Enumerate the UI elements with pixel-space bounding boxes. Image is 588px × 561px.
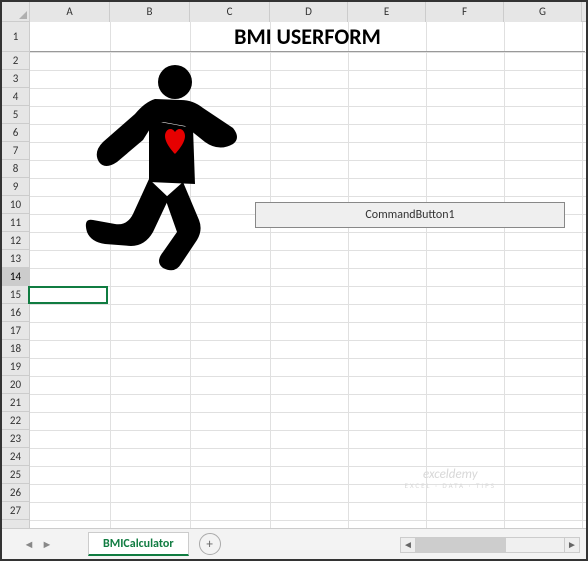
col-header-b[interactable]: B xyxy=(110,2,190,22)
sheet-tab-bmicalculator[interactable]: BMICalculator xyxy=(88,532,189,556)
watermark-sub: EXCEL · DATA · TIPS xyxy=(405,482,496,490)
col-header-g[interactable]: G xyxy=(504,2,582,22)
row-header-20[interactable]: 20 xyxy=(2,376,29,394)
watermark-main: exceldemy xyxy=(423,467,478,482)
col-header-d[interactable]: D xyxy=(270,2,348,22)
new-sheet-button[interactable]: + xyxy=(199,533,221,555)
scroll-right-icon[interactable]: ► xyxy=(564,537,580,553)
row-header-3[interactable]: 3 xyxy=(2,70,29,88)
row-header-18[interactable]: 18 xyxy=(2,340,29,358)
row-header-21[interactable]: 21 xyxy=(2,394,29,412)
col-header-f[interactable]: F xyxy=(426,2,504,22)
scroll-track[interactable] xyxy=(416,537,564,553)
row-header-6[interactable]: 6 xyxy=(2,124,29,142)
row-header-4[interactable]: 4 xyxy=(2,88,29,106)
row-header-13[interactable]: 13 xyxy=(2,250,29,268)
row-header-14[interactable]: 14 xyxy=(2,268,29,286)
row-header-11[interactable]: 11 xyxy=(2,214,29,232)
cells-area[interactable]: BMI USERFORM CommandButton1 exceldemy EX… xyxy=(30,22,586,530)
row-header-17[interactable]: 17 xyxy=(2,322,29,340)
row-header-27[interactable]: 27 xyxy=(2,502,29,520)
watermark: exceldemy EXCEL · DATA · TIPS xyxy=(405,468,496,490)
row-header-5[interactable]: 5 xyxy=(2,106,29,124)
row-header-19[interactable]: 19 xyxy=(2,358,29,376)
row-header-22[interactable]: 22 xyxy=(2,412,29,430)
row-header-24[interactable]: 24 xyxy=(2,448,29,466)
row-header-10[interactable]: 10 xyxy=(2,196,29,214)
sheet-tab-bar: ◄ ► BMICalculator + ◄ ► xyxy=(2,528,586,559)
horizontal-scrollbar[interactable]: ◄ ► xyxy=(400,537,580,553)
row-header-26[interactable]: 26 xyxy=(2,484,29,502)
col-header-c[interactable]: C xyxy=(190,2,270,22)
row-header-7[interactable]: 7 xyxy=(2,142,29,160)
scroll-thumb[interactable] xyxy=(416,538,506,552)
row-headers-col: 1234567891011121314151617181920212223242… xyxy=(2,22,30,530)
tab-nav-next-icon[interactable]: ► xyxy=(40,537,54,551)
scroll-left-icon[interactable]: ◄ xyxy=(400,537,416,553)
row-header-23[interactable]: 23 xyxy=(2,430,29,448)
row-header-8[interactable]: 8 xyxy=(2,160,29,178)
row-header-9[interactable]: 9 xyxy=(2,178,29,196)
row-header-12[interactable]: 12 xyxy=(2,232,29,250)
row-header-2[interactable]: 2 xyxy=(2,52,29,70)
col-header-e[interactable]: E xyxy=(348,2,426,22)
select-all-corner[interactable] xyxy=(2,2,30,22)
row-header-15[interactable]: 15 xyxy=(2,286,29,304)
column-headers-row: A B C D E F G xyxy=(2,2,586,22)
row-header-25[interactable]: 25 xyxy=(2,466,29,484)
col-header-a[interactable]: A xyxy=(30,2,110,22)
running-person-icon xyxy=(85,64,245,274)
row-header-1[interactable]: 1 xyxy=(2,22,29,52)
command-button-1[interactable]: CommandButton1 xyxy=(255,202,565,228)
worksheet: A B C D E F G 12345678910111213141516171… xyxy=(2,2,586,530)
row-header-16[interactable]: 16 xyxy=(2,304,29,322)
page-title: BMI USERFORM xyxy=(30,22,585,52)
tab-nav-prev-icon[interactable]: ◄ xyxy=(22,537,36,551)
